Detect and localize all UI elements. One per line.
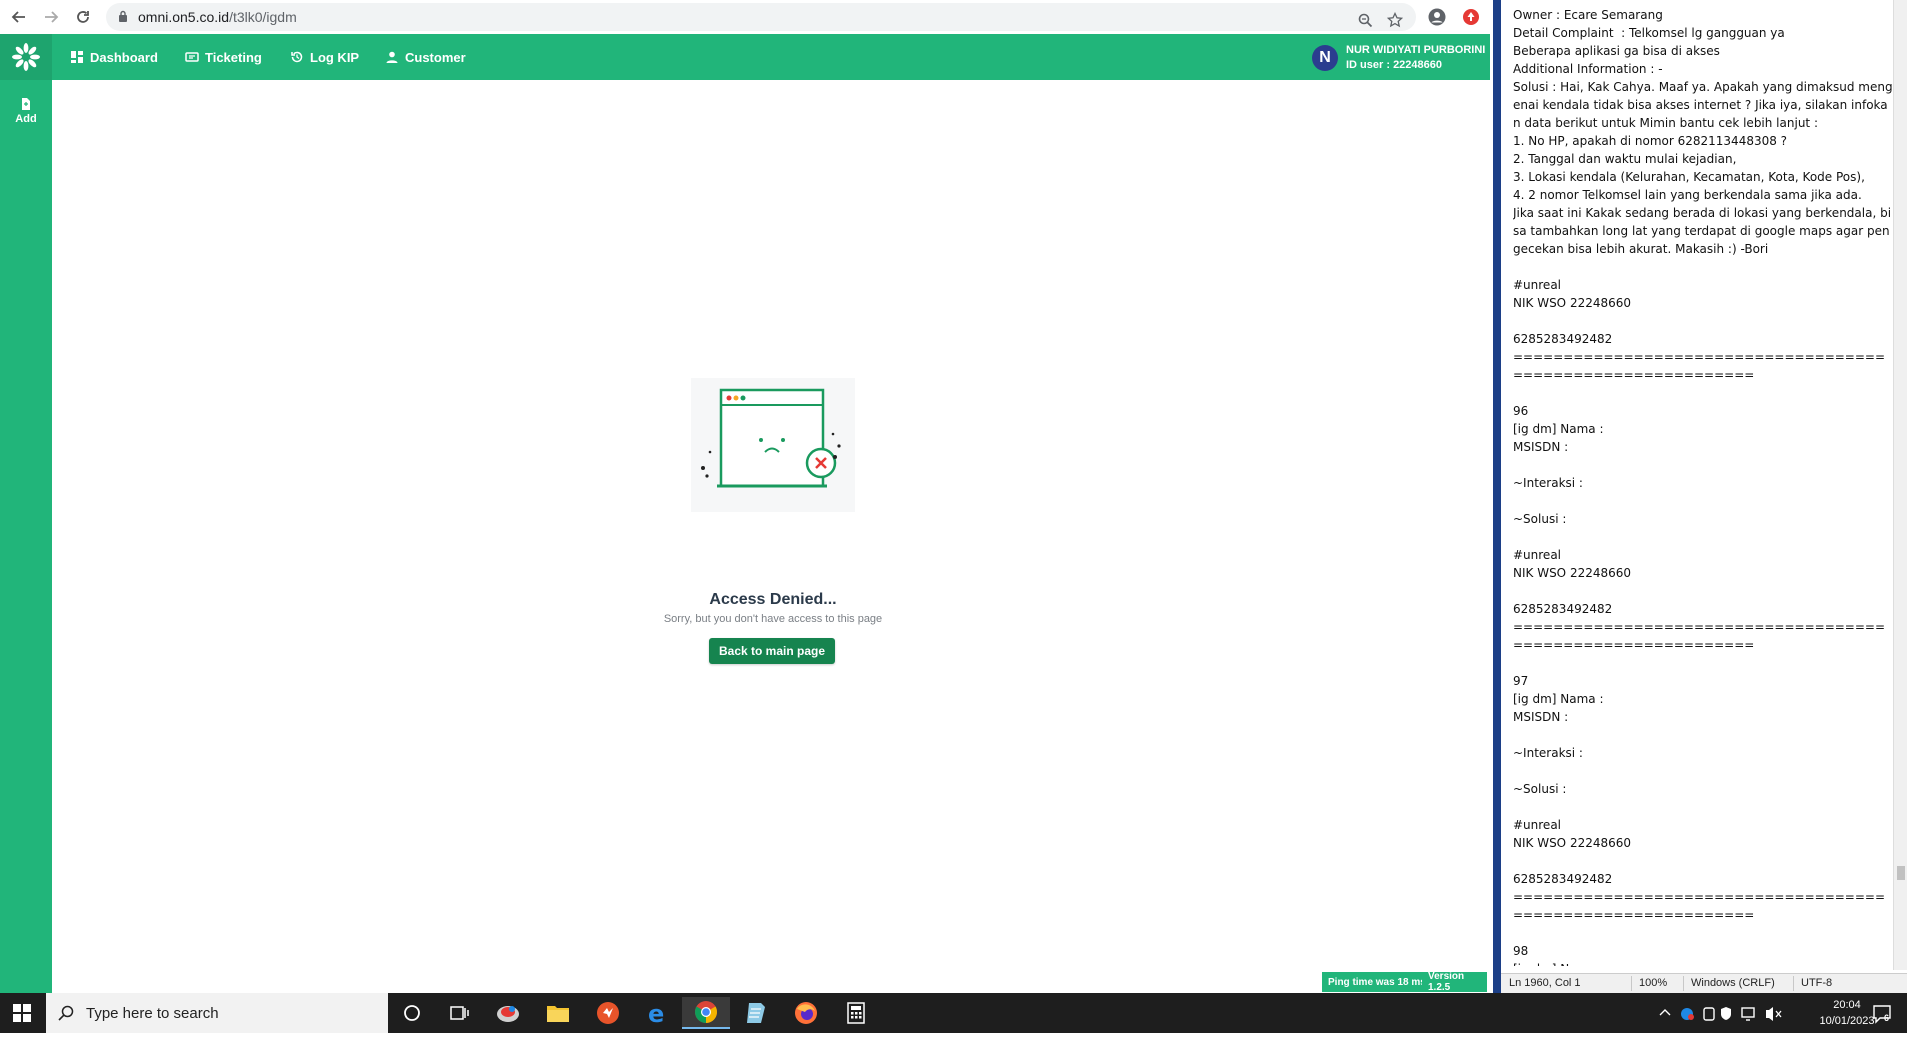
- browser-toolbar: omni.on5.co.id/t3lk0/igdm: [0, 0, 1490, 34]
- url-text: omni.on5.co.id/t3lk0/igdm: [138, 9, 297, 25]
- profile-icon[interactable]: [1424, 4, 1450, 30]
- version-badge: Version 1.2.5: [1422, 971, 1487, 993]
- user-profile[interactable]: N NUR WIDIYATI PURBORINI ID user : 22248…: [1312, 43, 1485, 73]
- firefox-icon[interactable]: [782, 997, 830, 1029]
- nav-dashboard-label: Dashboard: [90, 49, 158, 65]
- system-tray: [1650, 993, 1800, 1033]
- app-logo[interactable]: [0, 34, 52, 80]
- dashboard-icon: [71, 51, 83, 63]
- extension-icon[interactable]: [1458, 4, 1484, 30]
- back-arrow-icon[interactable]: [6, 4, 32, 30]
- user-name: NUR WIDIYATI PURBORINI: [1346, 44, 1486, 56]
- ticket-icon: [185, 52, 199, 62]
- nav-ticketing[interactable]: Ticketing: [185, 34, 262, 80]
- svg-text:e: e: [648, 1001, 664, 1025]
- cursor-position: Ln 1960, Col 1: [1509, 977, 1581, 989]
- nav-log-kip-label: Log KIP: [310, 49, 360, 65]
- encoding: UTF-8: [1801, 977, 1833, 989]
- volume-muted-icon: [1766, 1007, 1773, 1021]
- security-icon: [1721, 1007, 1731, 1020]
- address-bar[interactable]: omni.on5.co.id/t3lk0/igdm: [106, 3, 1416, 31]
- page-title: Access Denied...: [709, 591, 837, 608]
- nav-customer[interactable]: Customer: [385, 34, 466, 80]
- notification-count: 6: [1884, 1013, 1890, 1023]
- search-placeholder: Type here to search: [86, 1004, 219, 1022]
- user-icon: [386, 51, 398, 63]
- user-id: ID user : 22248660: [1346, 59, 1443, 71]
- notepad-icon[interactable]: [732, 997, 780, 1029]
- nav-log-kip[interactable]: Log KIP: [290, 34, 359, 80]
- sidebar-add-label: Add: [15, 113, 37, 125]
- edge-icon[interactable]: e: [634, 997, 682, 1029]
- chevron-up-icon: [1659, 1009, 1671, 1016]
- taskbar-search-box[interactable]: Type here to search: [46, 993, 388, 1033]
- network-icon: [1741, 1007, 1755, 1018]
- nav-ticketing-label: Ticketing: [205, 49, 262, 65]
- url-path: /t3lk0/igdm: [229, 9, 297, 25]
- calculator-icon[interactable]: [832, 997, 880, 1029]
- back-to-main-button[interactable]: Back to main page: [709, 638, 835, 664]
- app-icon[interactable]: [484, 997, 532, 1029]
- lock-icon: [119, 10, 127, 22]
- app-icon[interactable]: [584, 997, 632, 1029]
- taskbar: Type here to search e 20:04 10/01/2023 6: [0, 993, 1907, 1033]
- sidebar-add-button[interactable]: Add: [0, 98, 52, 125]
- windows-logo-icon: [13, 1004, 31, 1022]
- url-host: omni.on5.co.id: [138, 9, 230, 25]
- search-icon: [58, 1005, 74, 1021]
- line-ending: Windows (CRLF): [1691, 977, 1775, 989]
- cortana-icon[interactable]: [388, 997, 436, 1029]
- meet-icon: [1703, 1007, 1715, 1021]
- zoom-icon[interactable]: [1354, 9, 1376, 31]
- avatar: N: [1312, 45, 1338, 71]
- notification-icon: [1873, 1005, 1891, 1024]
- access-denied-illustration: [691, 378, 855, 512]
- notepad-window: Owner : Ecare Semarang Detail Complaint …: [1493, 0, 1907, 993]
- star-icon[interactable]: [1384, 9, 1406, 31]
- zoom-level: 100%: [1639, 977, 1668, 989]
- chrome-icon[interactable]: [682, 997, 730, 1029]
- scrollbar-thumb[interactable]: [1897, 866, 1905, 880]
- notification-center-button[interactable]: 6: [1872, 1003, 1894, 1030]
- logo-icon: [12, 43, 40, 71]
- history-icon: [291, 51, 303, 63]
- app-header: Dashboard Ticketing Log KIP Customer N N…: [0, 34, 1490, 80]
- notepad-status-bar: Ln 1960, Col 1 100% Windows (CRLF) UTF-8: [1501, 973, 1907, 993]
- reload-icon[interactable]: [70, 4, 96, 30]
- notepad-scrollbar[interactable]: [1893, 0, 1907, 970]
- windows-start-button[interactable]: [0, 993, 44, 1033]
- nav-customer-label: Customer: [405, 49, 466, 65]
- forward-arrow-icon[interactable]: [38, 4, 64, 30]
- nav-dashboard[interactable]: Dashboard: [70, 34, 158, 80]
- ping-badge: Ping time was 18 ms: [1322, 972, 1432, 992]
- browser-window: omni.on5.co.id/t3lk0/igdm Dashboard Tick…: [0, 0, 1490, 993]
- file-add-icon: [22, 98, 30, 110]
- file-explorer-icon[interactable]: [534, 997, 582, 1029]
- notepad-text-area[interactable]: Owner : Ecare Semarang Detail Complaint …: [1513, 6, 1895, 966]
- sidebar: Add: [0, 80, 52, 993]
- page-subtitle: Sorry, but you don't have access to this…: [663, 613, 883, 625]
- task-view-icon[interactable]: [436, 997, 484, 1029]
